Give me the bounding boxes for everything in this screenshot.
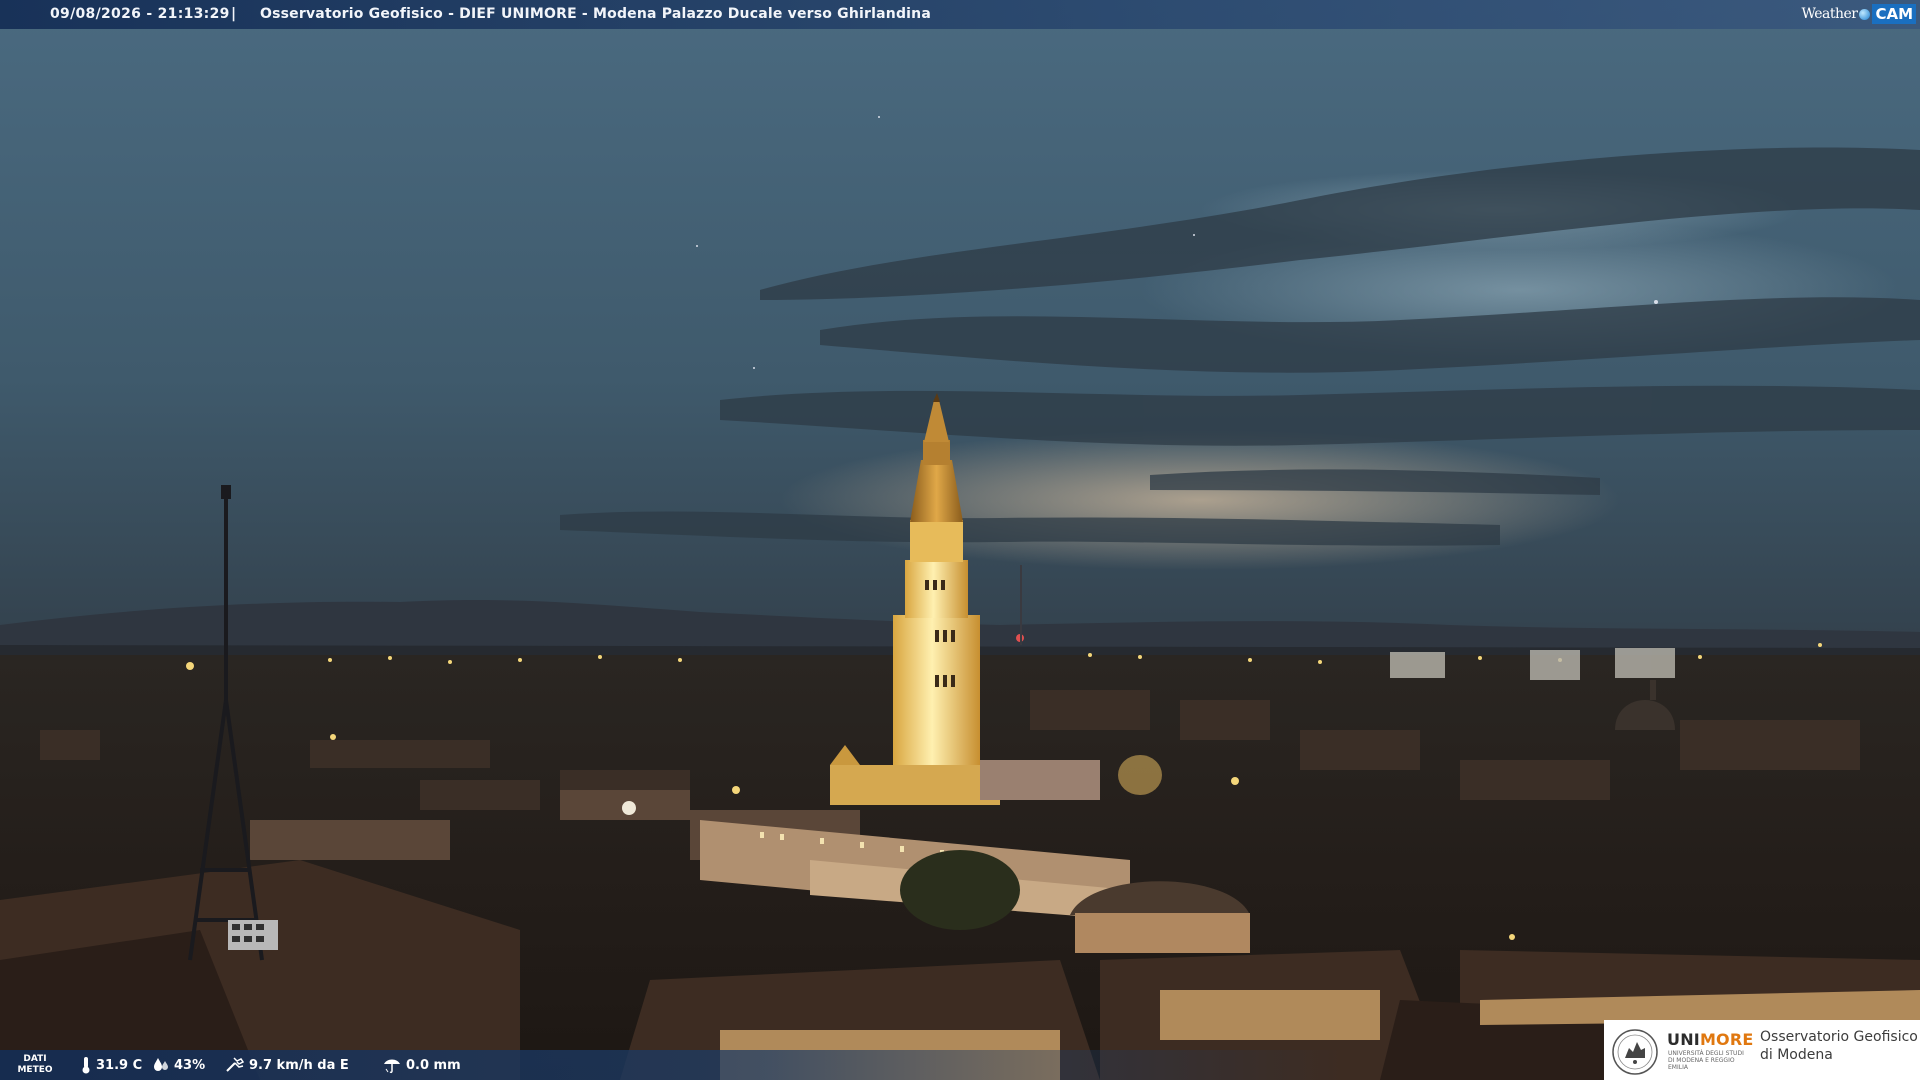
weather-data-label-line1: DATI — [23, 1054, 47, 1064]
observatory-name: Osservatorio Geofisico di Modena — [1760, 1028, 1918, 1064]
temperature-value: 31.9 C — [96, 1057, 143, 1073]
unimore-wordmark: UNIMORE — [1667, 1030, 1754, 1049]
wind-reading: 9.7 km/h da E — [225, 1050, 349, 1080]
university-seal-icon — [1612, 1029, 1658, 1075]
datetime-stamp: 09/08/2026 - 21:13:29 — [50, 6, 230, 22]
thermometer-icon — [82, 1057, 90, 1074]
title-separator: | — [231, 6, 237, 22]
rain-gauge-icon — [384, 1059, 400, 1074]
rain-value: 0.0 mm — [406, 1057, 461, 1073]
humidity-drop-icon — [154, 1058, 168, 1071]
top-info-bar: 09/08/2026 - 21:13:29 | Osservatorio Geo… — [0, 0, 1920, 29]
weathercam-globe-icon — [1859, 8, 1871, 20]
webcam-scene — [0, 0, 1920, 1080]
observatory-name-line1: Osservatorio Geofisico — [1760, 1029, 1918, 1045]
humidity-value: 43% — [174, 1057, 206, 1073]
humidity-reading: 43% — [152, 1050, 205, 1080]
unimore-logo-box: UNIMORE UNIVERSITÀ DEGLI STUDI DI MODENA… — [1604, 1020, 1920, 1080]
weathercam-logo-cam-text: CAM — [1872, 4, 1916, 24]
unimore-wordmark-uni: UNI — [1667, 1030, 1700, 1049]
weather-data-label-line2: METEO — [17, 1065, 53, 1075]
camera-title: Osservatorio Geofisico - DIEF UNIMORE - … — [260, 6, 931, 22]
rain-reading: 0.0 mm — [382, 1050, 461, 1080]
weathercam-logo: Weather CAM — [1801, 3, 1916, 25]
wind-icon — [226, 1057, 245, 1072]
weather-data-label: DATI METEO — [14, 1054, 56, 1076]
wind-value: 9.7 km/h da E — [249, 1057, 349, 1073]
observatory-name-line2: di Modena — [1760, 1047, 1833, 1063]
weathercam-logo-weather-text: Weather — [1801, 5, 1858, 22]
temperature-reading: 31.9 C — [80, 1050, 142, 1080]
unimore-wordmark-more: MORE — [1699, 1030, 1754, 1049]
university-subtitle: UNIVERSITÀ DEGLI STUDI DI MODENA E REGGI… — [1668, 1050, 1744, 1071]
